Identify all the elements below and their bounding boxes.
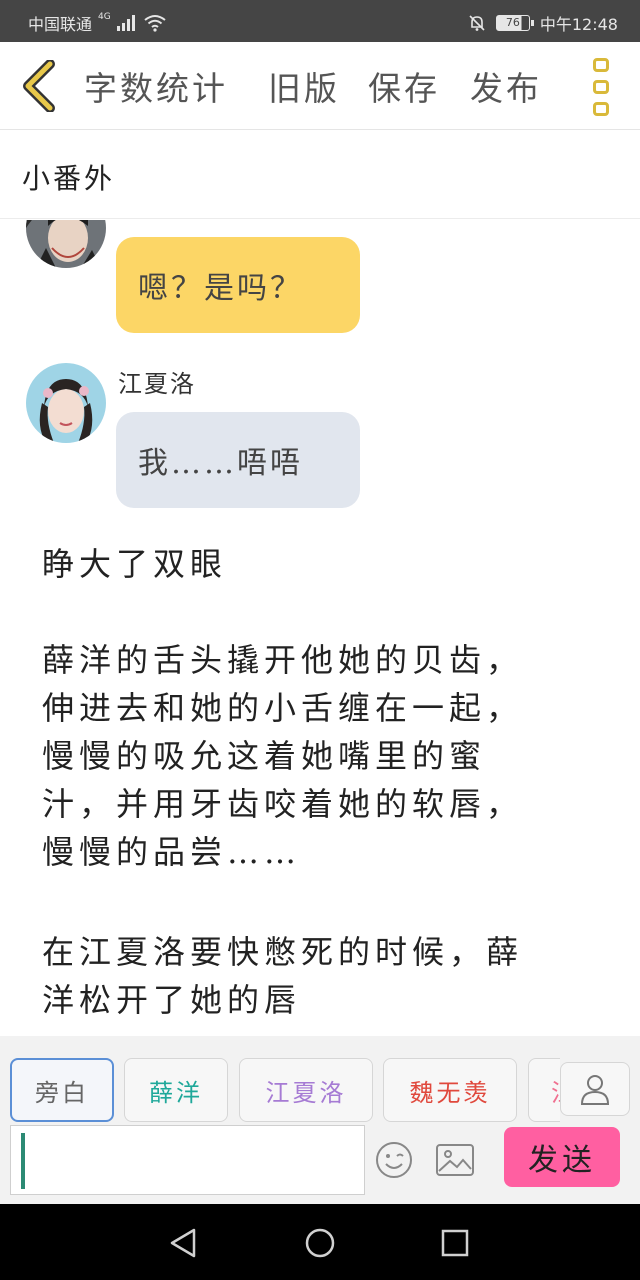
bell-muted-icon <box>469 15 485 31</box>
chip-label: 魏无羡 <box>409 1078 491 1107</box>
character-chip-weiwuxian[interactable]: 魏无羡 <box>383 1058 517 1122</box>
character-chip-jiangxialuo[interactable]: 江夏洛 <box>239 1058 373 1122</box>
old-version-button[interactable]: 旧版 <box>268 62 340 110</box>
text-caret <box>21 1133 25 1189</box>
message-text: 我……唔唔 <box>138 446 303 481</box>
character-chip-partial[interactable]: 江 <box>528 1058 560 1122</box>
status-right: 76 中午12:48 <box>468 11 618 35</box>
recents-square-icon[interactable] <box>438 1226 472 1260</box>
more-dot-icon <box>593 102 609 116</box>
avatar-image <box>26 220 106 268</box>
chip-label: 薛洋 <box>149 1078 203 1107</box>
publish-button[interactable]: 发布 <box>470 62 542 110</box>
chip-label: 江夏洛 <box>265 1078 347 1107</box>
back-triangle-icon[interactable] <box>166 1226 200 1260</box>
send-button[interactable]: 发送 <box>504 1127 620 1187</box>
chapter-title-bar[interactable]: 小番外 <box>0 131 640 219</box>
image-button[interactable] <box>434 1140 476 1180</box>
emoji-icon <box>376 1142 412 1178</box>
message-bubble[interactable]: 嗯？是吗？ <box>116 237 360 333</box>
story-content[interactable]: 嗯？是吗？ 江夏洛 我……唔唔 睁大了双眼 薛洋的舌头撬开他她的贝齿， 伸进去和… <box>0 220 640 1036</box>
speaker-name: 江夏洛 <box>118 370 196 398</box>
message-bubble[interactable]: 我……唔唔 <box>116 412 360 508</box>
home-circle-icon[interactable] <box>303 1226 337 1260</box>
more-dot-icon <box>593 80 609 94</box>
editor-toolbar: 字数统计 旧版 保存 发布 <box>0 42 640 130</box>
chevron-left-icon <box>23 60 55 112</box>
signal-icon <box>116 15 135 31</box>
narration-paragraph[interactable]: 睁大了双眼 <box>42 540 602 588</box>
message-input[interactable] <box>10 1125 365 1195</box>
chapter-title: 小番外 <box>22 162 116 195</box>
send-label: 发送 <box>528 1143 596 1178</box>
wifi-icon <box>144 15 166 32</box>
emoji-button[interactable] <box>374 1140 414 1180</box>
avatar-jiangxialuo[interactable] <box>26 363 106 443</box>
save-button[interactable]: 保存 <box>368 62 440 110</box>
word-count-button[interactable]: 字数统计 <box>84 62 228 110</box>
avatar-image <box>26 363 106 443</box>
network-type: 4G <box>98 12 111 22</box>
clock: 中午12:48 <box>539 15 618 34</box>
character-selector: 旁白 薛洋 江夏洛 魏无羡 江 <box>0 1058 560 1124</box>
more-dot-icon <box>593 58 609 72</box>
composer-panel: 旁白 薛洋 江夏洛 魏无羡 江 <box>0 1036 640 1204</box>
narration-paragraph[interactable]: 薛洋的舌头撬开他她的贝齿， 伸进去和她的小舌缠在一起， 慢慢的吸允这着她嘴里的蜜… <box>42 636 602 876</box>
navigation-bar <box>0 1204 640 1280</box>
add-character-button[interactable] <box>560 1062 630 1116</box>
avatar-xueyang[interactable] <box>26 220 106 268</box>
status-left: 中国联通 4G <box>28 11 167 35</box>
user-icon <box>580 1075 610 1105</box>
carrier-name: 中国联通 <box>28 15 93 34</box>
more-menu-button[interactable] <box>586 58 616 116</box>
battery-indicator: 76 <box>495 15 534 31</box>
character-chip-narrator[interactable]: 旁白 <box>10 1058 114 1122</box>
status-bar: 中国联通 4G 76 中午12:48 <box>0 0 640 42</box>
chip-label: 旁白 <box>35 1078 89 1107</box>
narration-paragraph[interactable]: 在江夏洛要快憋死的时候，薛 洋松开了她的唇 <box>42 928 602 1024</box>
message-text: 嗯？是吗？ <box>138 271 303 306</box>
chip-label: 江 <box>551 1073 560 1108</box>
image-icon <box>436 1144 474 1176</box>
back-button[interactable] <box>14 56 66 116</box>
character-chip-xueyang[interactable]: 薛洋 <box>124 1058 228 1122</box>
